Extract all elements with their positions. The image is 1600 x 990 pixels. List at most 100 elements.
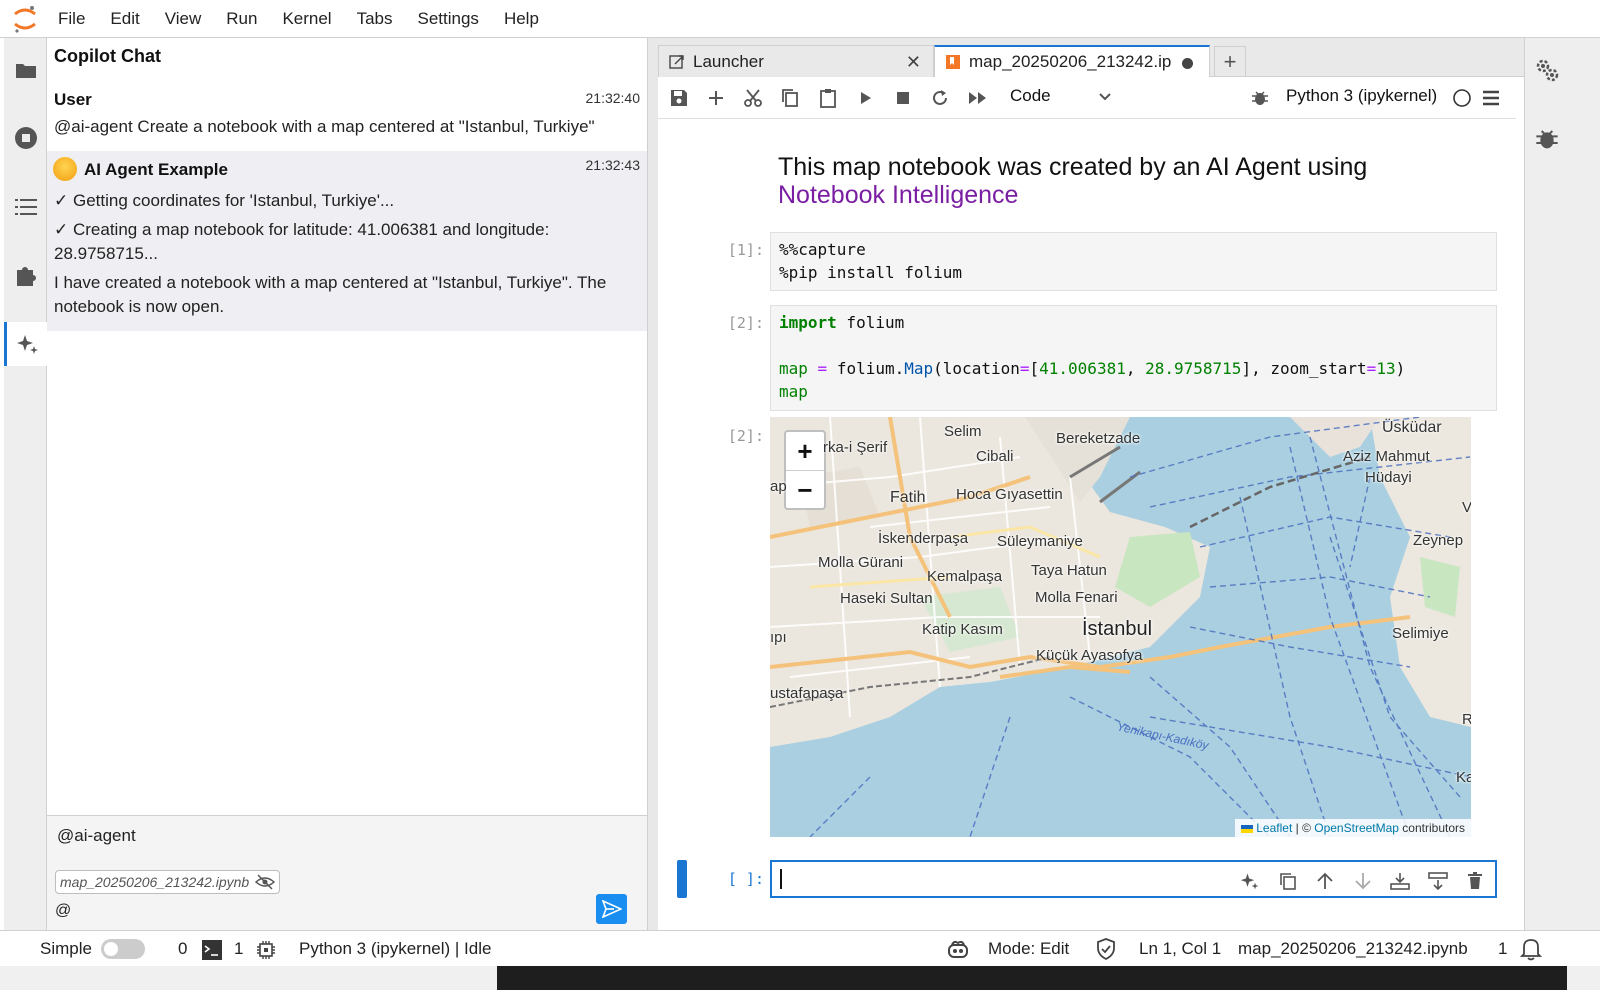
module-ref: folium. [836, 359, 905, 378]
extension-manager-tool[interactable] [4, 254, 47, 298]
current-file[interactable]: map_20250206_213242.ipynb [1238, 939, 1468, 959]
tab-label: map_20250206_213242.ip [969, 52, 1172, 71]
code-cell-2[interactable]: import folium​map = folium.Map(location=… [770, 305, 1497, 411]
code-cell-1[interactable]: %%capture %pip install folium [770, 232, 1497, 291]
new-tab-button[interactable]: + [1214, 46, 1246, 76]
duplicate-icon [1280, 873, 1296, 890]
menu-edit[interactable]: Edit [110, 9, 139, 29]
menu-settings[interactable]: Settings [418, 9, 479, 29]
insert-above-button[interactable] [1389, 870, 1411, 892]
map-label: Üsküdar [1382, 419, 1442, 436]
scissors-icon [744, 89, 762, 107]
cell-type-select[interactable]: Code [1010, 86, 1051, 106]
context-file-name: map_20250206_213242.ipynb [60, 874, 250, 890]
editor-mode[interactable]: Mode: Edit [988, 939, 1069, 959]
clipboard-icon [820, 89, 836, 108]
delete-cell-button[interactable] [1464, 870, 1486, 892]
map-label: Bereketzade [1056, 430, 1141, 447]
code-line: import folium [779, 311, 1488, 334]
property-inspector-tool[interactable] [1535, 58, 1559, 82]
restart-kernel-button[interactable] [927, 85, 953, 111]
debugger-button[interactable] [1247, 85, 1273, 111]
message-text: ✓ Getting coordinates for 'Istanbul, Tur… [54, 191, 395, 210]
copilot-icon[interactable] [946, 939, 970, 959]
active-code-cell[interactable] [770, 860, 1497, 898]
running-sessions-tool[interactable] [4, 116, 47, 160]
code-token: (location [933, 359, 1020, 378]
kernel-status[interactable]: Python 3 (ipykernel) | Idle [299, 939, 491, 959]
agent-avatar [53, 157, 77, 181]
cursor-position[interactable]: Ln 1, Col 1 [1139, 939, 1221, 959]
tab-notebook[interactable]: map_20250206_213242.ip [934, 45, 1210, 77]
save-button[interactable] [666, 85, 692, 111]
restart-run-all-button[interactable] [965, 85, 991, 111]
map-label: Selim [944, 423, 982, 440]
context-file-chip[interactable]: map_20250206_213242.ipynb [55, 870, 281, 894]
simple-mode-toggle[interactable] [101, 939, 145, 959]
menu-tabs[interactable]: Tabs [357, 9, 393, 29]
module-name: folium [836, 313, 905, 332]
menu-help[interactable]: Help [504, 9, 539, 29]
paste-button[interactable] [815, 85, 841, 111]
file-browser-tool[interactable] [4, 48, 47, 92]
zoom-in-button[interactable]: + [786, 432, 824, 470]
debugger-tool[interactable] [1535, 127, 1559, 151]
cut-button[interactable] [740, 85, 766, 111]
terminal-icon[interactable] [202, 940, 222, 960]
shield-check-icon[interactable] [1096, 938, 1116, 960]
map-output[interactable]: + − Selim Bereketzade Üsküdar rka-i Şeri… [770, 417, 1471, 837]
notification-count[interactable]: 1 [1498, 939, 1507, 959]
bell-icon[interactable] [1520, 937, 1542, 961]
insert-below-button[interactable] [1427, 870, 1449, 892]
copy-button[interactable] [777, 85, 803, 111]
cell-prompt: [1]: [727, 241, 764, 259]
menu-run[interactable]: Run [226, 9, 257, 29]
cpu-icon[interactable] [256, 940, 276, 960]
chat-message-user: User 21:32:40 @ai-agent Create a noteboo… [47, 83, 647, 151]
chat-input[interactable]: @ai-agent [57, 826, 136, 846]
tab-close-button[interactable]: ✕ [906, 52, 921, 73]
flag-icon [1240, 824, 1253, 833]
markdown-heading: This map notebook was created by an AI A… [778, 153, 1478, 209]
menu-button[interactable] [1478, 85, 1504, 111]
chat-input-area[interactable]: @ai-agent map_20250206_213242.ipynb @ [47, 815, 647, 930]
menu-kernel[interactable]: Kernel [282, 9, 331, 29]
sparkle-icon [1240, 873, 1259, 890]
notebook-content[interactable]: This map notebook was created by an AI A… [658, 119, 1516, 930]
kernel-count[interactable]: 1 [234, 939, 243, 959]
tab-launcher[interactable]: Launcher ✕ [658, 45, 934, 77]
move-down-button[interactable] [1352, 870, 1374, 892]
heading-link[interactable]: Notebook Intelligence [778, 181, 1478, 209]
chevron-down-icon[interactable] [1098, 87, 1112, 107]
kernel-name[interactable]: Python 3 (ipykernel) [1286, 86, 1437, 106]
launcher-icon [669, 54, 684, 69]
send-button[interactable] [596, 894, 627, 924]
copilot-chat-tool[interactable] [4, 322, 48, 366]
map-label: Molla Fenari [1035, 589, 1118, 606]
duplicate-cell-button[interactable] [1277, 870, 1299, 892]
menu-view[interactable]: View [165, 9, 202, 29]
attribution-contributors: contributors [1398, 821, 1465, 835]
dock-strip [497, 966, 1567, 990]
code-line: %pip install folium [779, 263, 963, 282]
terminal-count[interactable]: 0 [178, 939, 187, 959]
interrupt-kernel-button[interactable] [890, 85, 916, 111]
panel-splitter[interactable] [648, 38, 658, 930]
table-of-contents-tool[interactable] [4, 185, 47, 229]
menu-file[interactable]: File [58, 9, 85, 29]
map-label: İskenderpaşa [878, 530, 969, 547]
heading-text: This map notebook was created by an AI A… [778, 153, 1368, 181]
unsaved-dot-icon [1182, 58, 1193, 69]
insert-cell-button[interactable] [703, 85, 729, 111]
ai-assist-button[interactable] [1239, 870, 1261, 892]
eye-off-icon[interactable] [255, 874, 276, 890]
active-cell-indicator[interactable] [677, 860, 687, 898]
insert-above-icon [1390, 873, 1410, 890]
osm-link[interactable]: OpenStreetMap [1314, 821, 1399, 835]
message-text: 28.9758715... [54, 244, 158, 263]
map-label: Tayа Hatun [1031, 562, 1107, 579]
zoom-out-button[interactable]: − [786, 471, 824, 509]
move-up-button[interactable] [1314, 870, 1336, 892]
leaflet-link[interactable]: Leaflet [1256, 821, 1292, 835]
run-cell-button[interactable] [853, 85, 879, 111]
